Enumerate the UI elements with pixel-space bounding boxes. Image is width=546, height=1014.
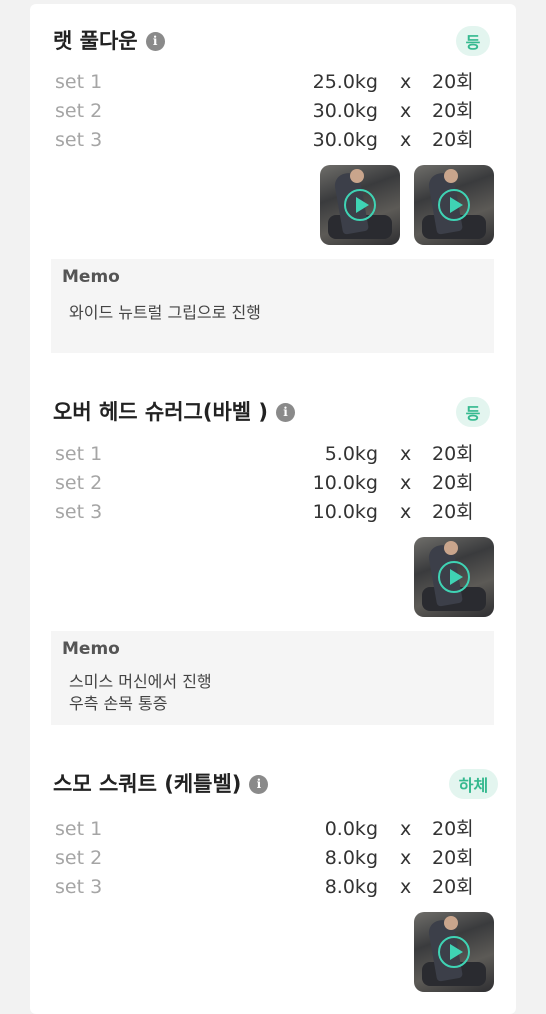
set-reps: 20회 xyxy=(432,818,474,840)
set-reps: 20회 xyxy=(432,100,474,122)
set-times: x xyxy=(400,501,412,523)
play-icon[interactable] xyxy=(438,189,470,221)
set-row: set 3 10.0kg x 20회 xyxy=(55,498,475,527)
set-label: set 2 xyxy=(55,100,103,122)
play-icon[interactable] xyxy=(438,561,470,593)
memo-box: Memo 와이드 뉴트럴 그립으로 진행 xyxy=(51,259,494,353)
memo-text: 스미스 머신에서 진행 xyxy=(69,672,212,691)
set-weight: 10.0kg xyxy=(312,472,378,494)
set-weight: 30.0kg xyxy=(312,100,378,122)
set-label: set 1 xyxy=(55,818,103,840)
set-reps: 20회 xyxy=(432,876,474,898)
set-reps: 20회 xyxy=(432,472,474,494)
set-row: set 2 8.0kg x 20회 xyxy=(55,844,475,873)
memo-text: 와이드 뉴트럴 그립으로 진행 xyxy=(69,303,261,322)
set-weight: 5.0kg xyxy=(324,443,378,465)
set-label: set 2 xyxy=(55,847,103,869)
set-reps: 20회 xyxy=(432,847,474,869)
info-icon[interactable]: i xyxy=(276,402,296,422)
set-row: set 3 30.0kg x 20회 xyxy=(55,126,475,155)
workout-log-card: 랫 풀다운 i 등 set 1 25.0kg x 20회 set 2 30.0k… xyxy=(30,4,516,1014)
set-reps: 20회 xyxy=(432,129,474,151)
video-thumbnail[interactable] xyxy=(320,165,400,245)
category-badge: 하체 xyxy=(449,769,498,799)
exercise-title[interactable]: 오버 헤드 슈러그(바벨 ) i xyxy=(53,397,296,427)
exercise-title-text: 랫 풀다운 xyxy=(53,29,138,53)
info-icon[interactable]: i xyxy=(249,774,269,794)
set-times: x xyxy=(400,847,412,869)
set-reps: 20회 xyxy=(432,443,474,465)
set-times: x xyxy=(400,71,412,93)
play-icon[interactable] xyxy=(438,936,470,968)
set-weight: 0.0kg xyxy=(324,818,378,840)
set-reps: 20회 xyxy=(432,71,474,93)
set-weight: 10.0kg xyxy=(312,501,378,523)
video-thumbnail[interactable] xyxy=(414,912,494,992)
set-weight: 25.0kg xyxy=(312,71,378,93)
memo-title: Memo xyxy=(62,267,120,287)
video-thumbnail[interactable] xyxy=(414,537,494,617)
set-label: set 2 xyxy=(55,472,103,494)
exercise-title[interactable]: 스모 스쿼트 (케틀벨) i xyxy=(53,769,269,799)
set-weight: 8.0kg xyxy=(324,847,378,869)
info-icon[interactable]: i xyxy=(145,31,165,51)
set-row: set 1 5.0kg x 20회 xyxy=(55,440,475,469)
video-thumbnail[interactable] xyxy=(414,165,494,245)
set-row: set 3 8.0kg x 20회 xyxy=(55,873,475,902)
set-reps: 20회 xyxy=(432,501,474,523)
set-times: x xyxy=(400,472,412,494)
set-times: x xyxy=(400,100,412,122)
category-badge: 등 xyxy=(456,26,490,56)
set-label: set 3 xyxy=(55,876,103,898)
memo-title: Memo xyxy=(62,639,120,659)
exercise-title[interactable]: 랫 풀다운 i xyxy=(53,26,165,56)
set-row: set 2 10.0kg x 20회 xyxy=(55,469,475,498)
set-label: set 1 xyxy=(55,71,103,93)
set-weight: 8.0kg xyxy=(324,876,378,898)
set-row: set 1 25.0kg x 20회 xyxy=(55,68,475,97)
set-times: x xyxy=(400,876,412,898)
play-icon[interactable] xyxy=(344,189,376,221)
set-label: set 3 xyxy=(55,501,103,523)
set-label: set 1 xyxy=(55,443,103,465)
set-label: set 3 xyxy=(55,129,103,151)
exercise-title-text: 오버 헤드 슈러그(바벨 ) xyxy=(53,400,269,424)
set-times: x xyxy=(400,443,412,465)
exercise-title-text: 스모 스쿼트 (케틀벨) xyxy=(53,772,242,796)
set-times: x xyxy=(400,129,412,151)
set-row: set 1 0.0kg x 20회 xyxy=(55,815,475,844)
category-badge: 등 xyxy=(456,397,490,427)
memo-text: 우측 손목 통증 xyxy=(69,694,168,713)
set-weight: 30.0kg xyxy=(312,129,378,151)
set-row: set 2 30.0kg x 20회 xyxy=(55,97,475,126)
set-times: x xyxy=(400,818,412,840)
memo-box: Memo 스미스 머신에서 진행 우측 손목 통증 xyxy=(51,631,494,725)
